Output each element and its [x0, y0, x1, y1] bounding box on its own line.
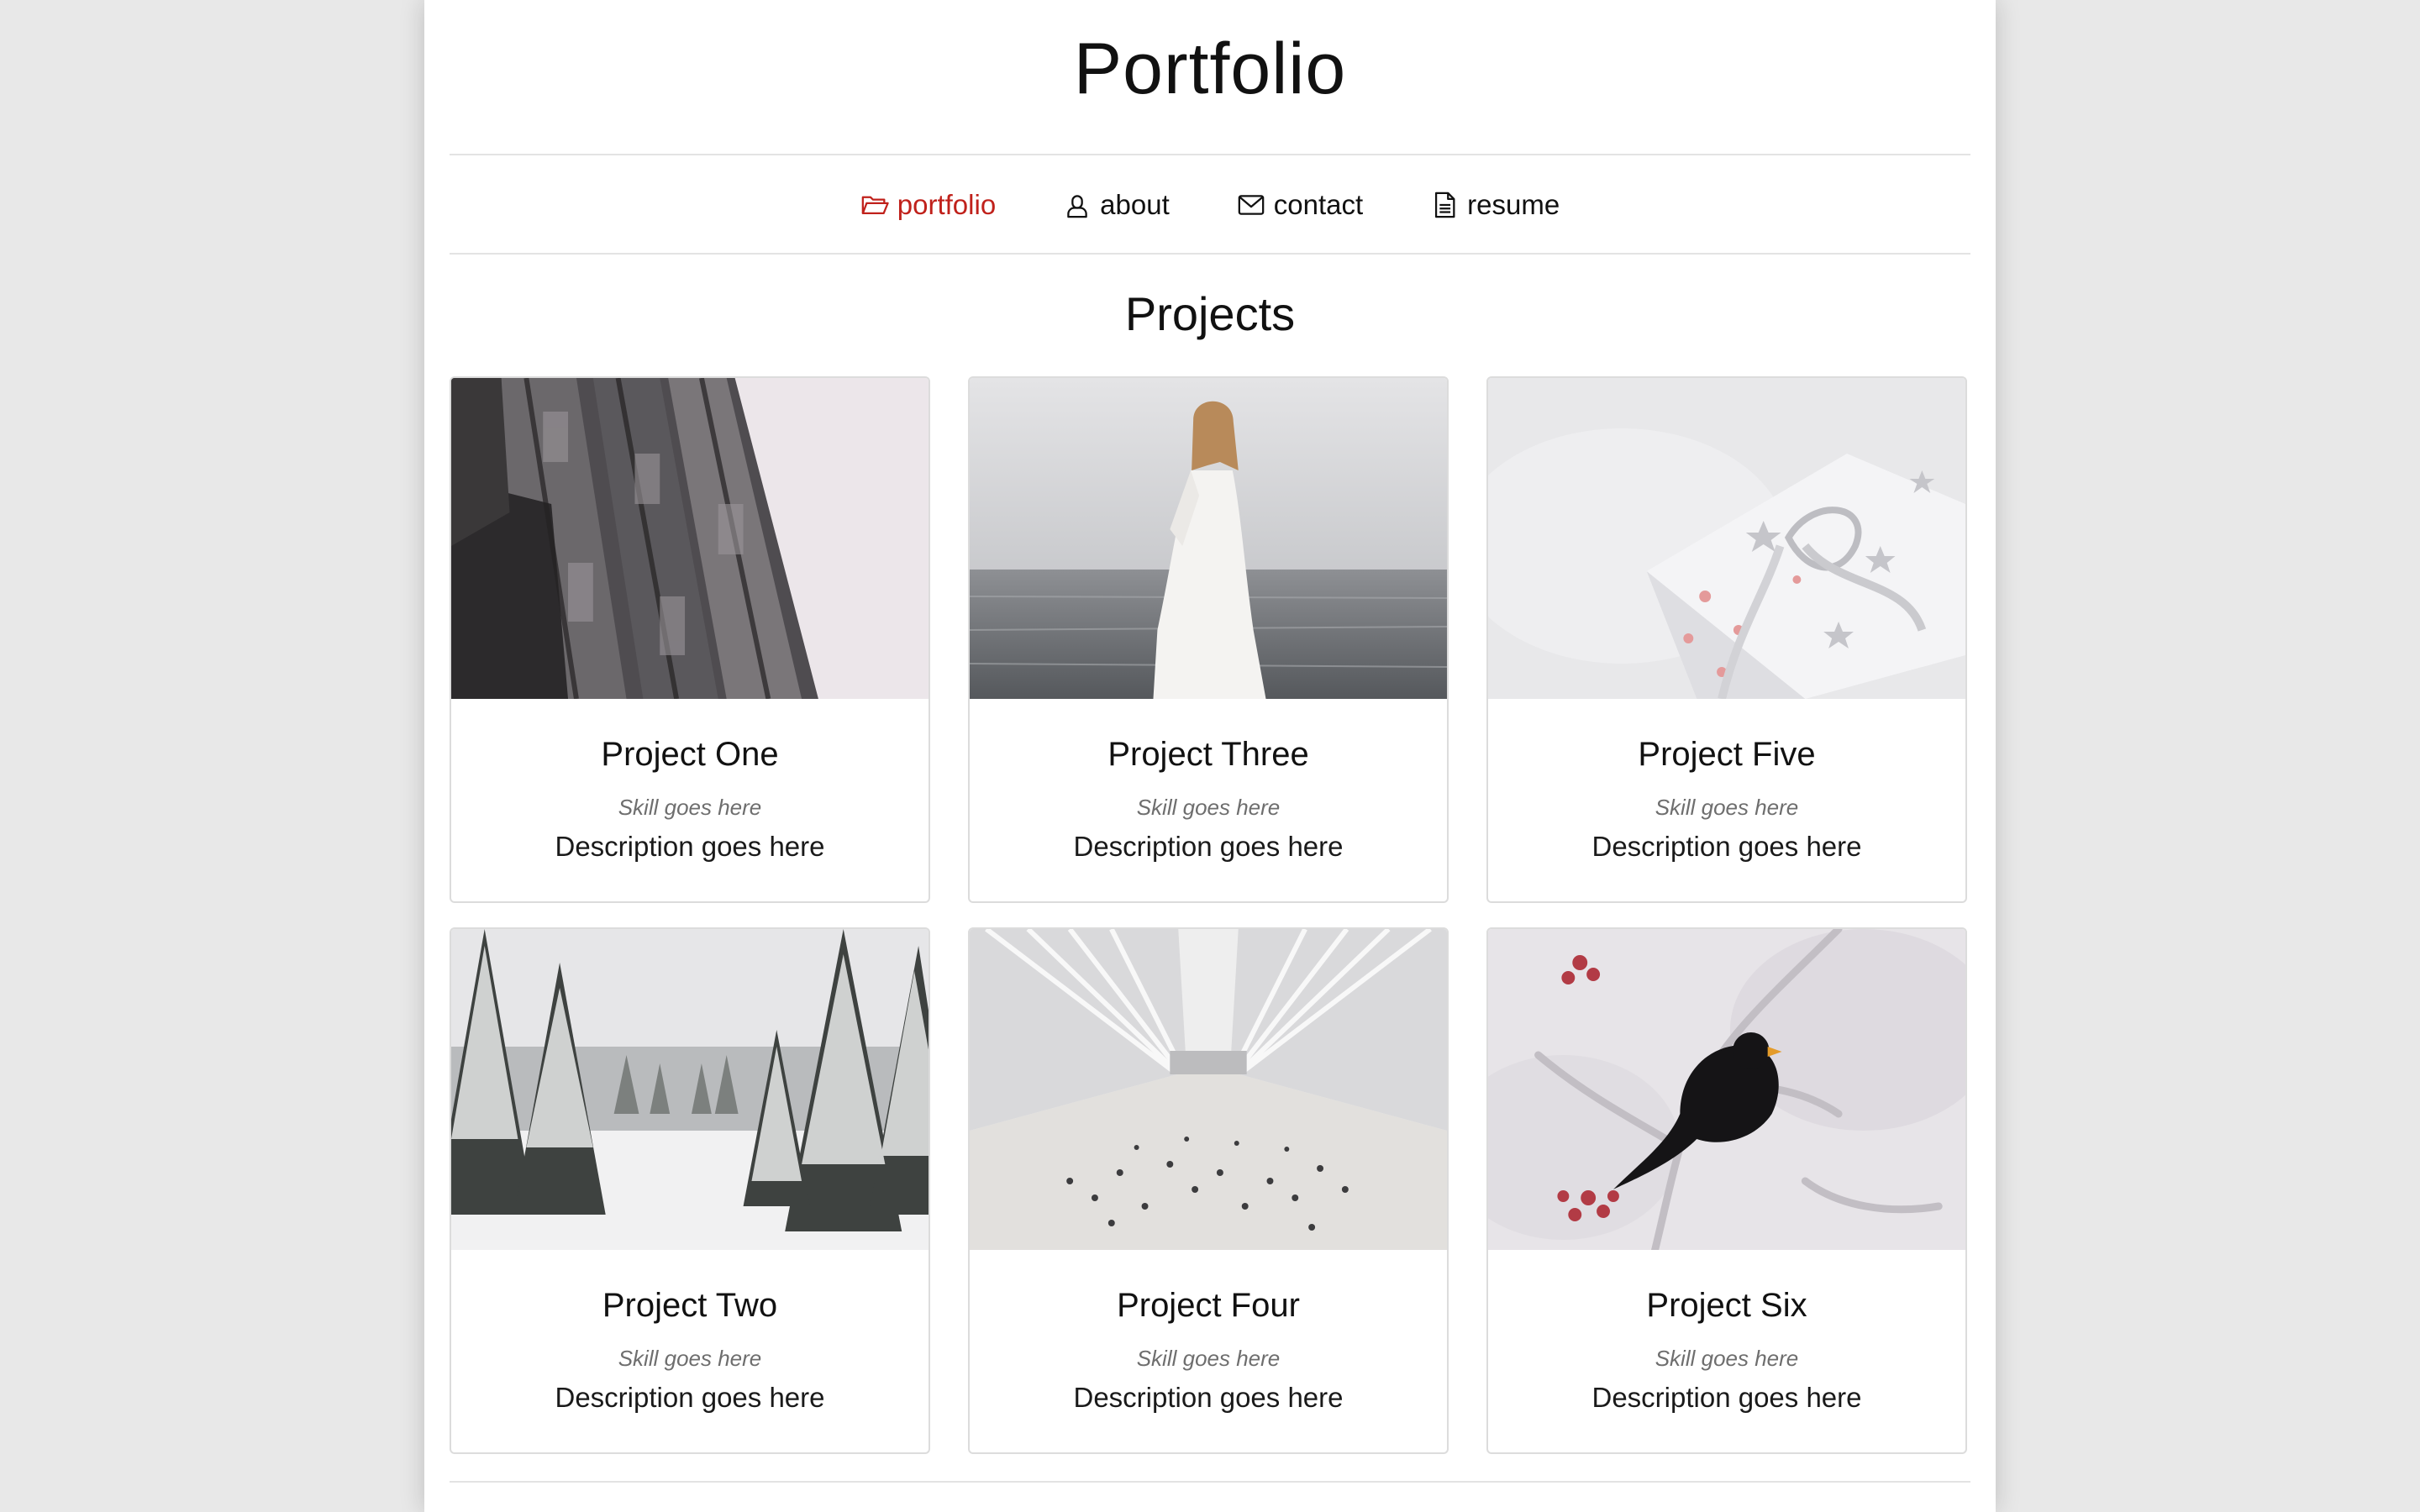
project-card[interactable]: Project Four Skill goes here Description…	[968, 927, 1449, 1454]
folder-open-icon	[860, 191, 889, 219]
nav-label-portfolio: portfolio	[897, 189, 997, 220]
project-skill: Skill goes here	[1136, 795, 1281, 820]
project-card[interactable]: Project Two Skill goes here Description …	[450, 927, 930, 1454]
site-title: Portfolio	[1073, 29, 1347, 109]
nav-item-about[interactable]: about	[1063, 189, 1170, 221]
project-title: Project Three	[1107, 736, 1309, 773]
project-title: Project Two	[602, 1287, 778, 1324]
project-card[interactable]: Project Five Skill goes here Description…	[1486, 376, 1967, 903]
project-skill: Skill goes here	[618, 795, 762, 820]
project-description: Description goes here	[555, 1382, 825, 1413]
project-description: Description goes here	[1073, 831, 1344, 862]
project-card[interactable]: Project One Skill goes here Description …	[450, 376, 930, 903]
project-title: Project Four	[1117, 1287, 1300, 1324]
nav-item-contact[interactable]: contact	[1237, 189, 1363, 221]
page-container: Portfolio portfolio about contact resume…	[424, 0, 1996, 1512]
project-image	[451, 929, 929, 1250]
project-description: Description goes here	[555, 831, 825, 862]
project-title: Project One	[601, 736, 779, 773]
project-description: Description goes here	[1591, 831, 1862, 862]
nav-item-portfolio[interactable]: portfolio	[860, 189, 996, 221]
project-card[interactable]: Project Six Skill goes here Description …	[1486, 927, 1967, 1454]
project-image	[451, 378, 929, 699]
project-description: Description goes here	[1591, 1382, 1862, 1413]
project-image	[1488, 929, 1965, 1250]
project-image	[970, 378, 1447, 699]
user-icon	[1063, 191, 1092, 219]
project-skill: Skill goes here	[1136, 1346, 1281, 1371]
projects-heading: Projects	[1124, 287, 1296, 340]
project-skill: Skill goes here	[618, 1346, 762, 1371]
footer-divider	[450, 1481, 1970, 1483]
nav-label-resume: resume	[1467, 189, 1560, 220]
project-title: Project Five	[1638, 736, 1816, 773]
document-icon	[1430, 191, 1459, 219]
nav-top-divider	[450, 154, 1970, 155]
nav-item-resume[interactable]: resume	[1430, 189, 1560, 221]
project-image	[970, 929, 1447, 1250]
project-skill: Skill goes here	[1655, 795, 1799, 820]
project-image	[1488, 378, 1965, 699]
nav-label-contact: contact	[1273, 189, 1364, 220]
project-title: Project Six	[1646, 1287, 1807, 1324]
project-skill: Skill goes here	[1655, 1346, 1799, 1371]
main-nav: portfolio about contact resume	[424, 156, 1996, 254]
envelope-icon	[1237, 191, 1265, 219]
nav-label-about: about	[1100, 189, 1170, 220]
project-card[interactable]: Project Three Skill goes here Descriptio…	[968, 376, 1449, 903]
nav-bottom-divider	[450, 253, 1970, 255]
project-description: Description goes here	[1073, 1382, 1344, 1413]
